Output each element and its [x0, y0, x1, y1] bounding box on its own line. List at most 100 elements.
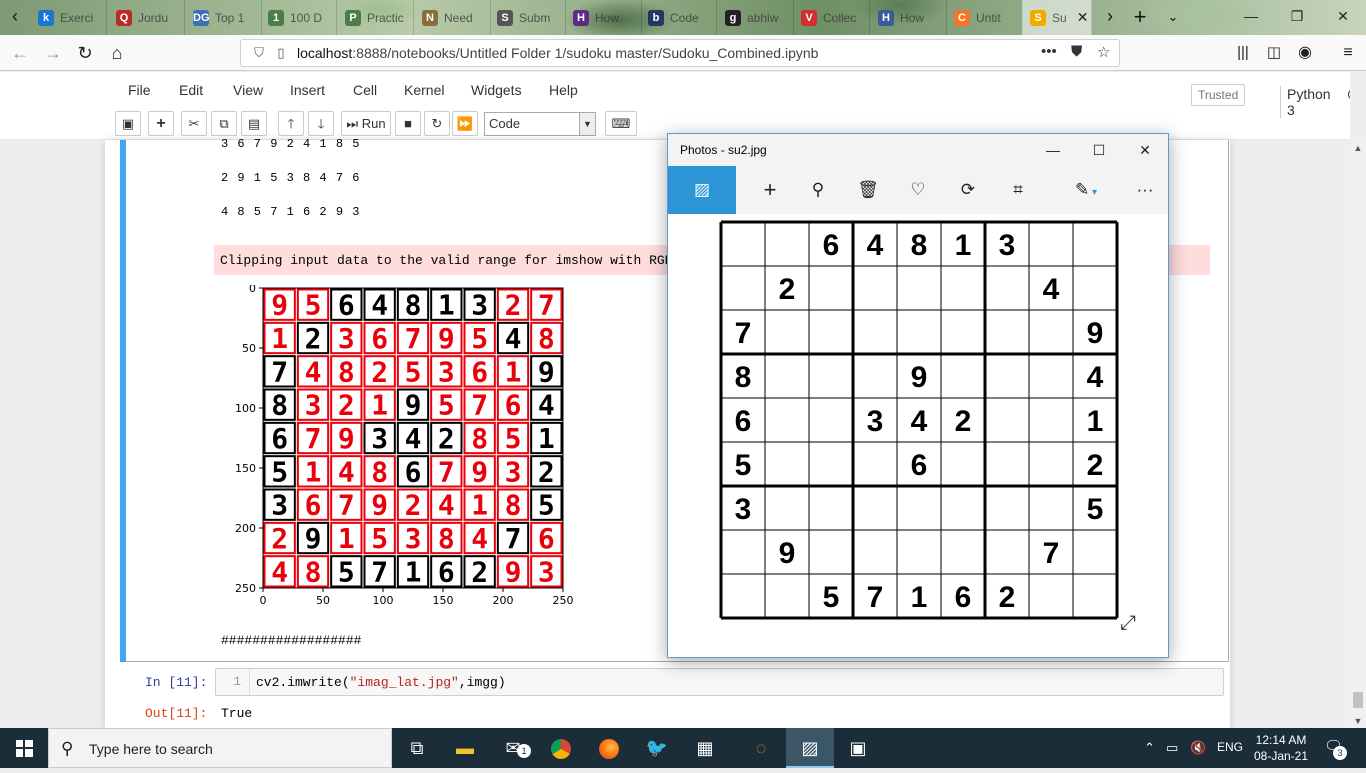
back-icon[interactable]: ← [5, 38, 35, 68]
tray-overflow-icon[interactable]: ⌃ [1144, 740, 1155, 756]
move-down-icon[interactable]: 🡓 [308, 111, 334, 136]
menu-widgets[interactable]: Widgets [471, 82, 522, 98]
close-tab-icon[interactable]: ✕ [1077, 9, 1089, 26]
menu-view[interactable]: View [233, 82, 263, 98]
chrome-icon[interactable] [537, 728, 585, 768]
browser-tab[interactable]: k Exerci [30, 0, 107, 35]
home-icon[interactable]: ⌂ [102, 38, 132, 68]
menu-icon[interactable]: ≡ [1333, 38, 1363, 68]
zoom-icon[interactable]: ⚲ [795, 166, 841, 214]
photos-title-bar[interactable]: Photos - su2.jpg — ☐ ✕ [668, 134, 1168, 166]
scrollbar-thumb[interactable] [1353, 692, 1363, 708]
app-icon[interactable]: 🐦 [633, 728, 681, 768]
notifications-icon[interactable]: 🗨 3 [1324, 737, 1347, 760]
browser-tab[interactable]: V Collec [793, 0, 870, 35]
menu-file[interactable]: File [128, 82, 151, 98]
tab-scroll-right-icon[interactable]: › [1095, 0, 1125, 35]
menu-edit[interactable]: Edit [179, 82, 203, 98]
image-app-icon[interactable]: ▦ [681, 728, 729, 768]
expand-icon[interactable]: ⤢ [1120, 612, 1136, 635]
stop-icon[interactable]: ■ [395, 111, 421, 136]
favorite-icon[interactable]: ♡ [895, 166, 941, 214]
volume-icon[interactable]: 🔇 [1190, 740, 1206, 756]
mail-icon[interactable]: ✉ 1 [489, 728, 537, 768]
trusted-badge[interactable]: Trusted [1191, 84, 1246, 106]
photos-close-icon[interactable]: ✕ [1122, 134, 1168, 166]
photos-window[interactable]: Photos - su2.jpg — ☐ ✕ ▨ + ⚲ 🗑 ♡ ⟳ ⌗ ✎ ▾… [667, 133, 1169, 658]
forward-icon[interactable]: → [38, 38, 68, 68]
rotate-icon[interactable]: ⟳ [945, 166, 991, 214]
minimize-icon[interactable]: — [1228, 0, 1274, 35]
browser-tab[interactable]: H How [565, 0, 642, 35]
photos-maximize-icon[interactable]: ☐ [1076, 134, 1122, 166]
photos-image-canvas[interactable]: 64813247989463421562359757162 ⤢ [668, 214, 1168, 657]
taskbar-search[interactable]: ⚲ Type here to search [48, 728, 392, 768]
page-scrollbar[interactable]: ▲ ▼ [1350, 140, 1366, 728]
task-view-icon[interactable]: ⧉ [393, 728, 441, 768]
pocket-icon[interactable]: ⛊ [1071, 43, 1082, 60]
new-tab-icon[interactable]: + [1125, 0, 1155, 35]
browser-tab[interactable]: H How [870, 0, 947, 35]
photos-app-icon[interactable]: ▨ [786, 728, 834, 768]
menu-cell[interactable]: Cell [353, 82, 377, 98]
crop-icon[interactable]: ⌗ [995, 166, 1041, 214]
scroll-down-icon[interactable]: ▼ [1350, 716, 1366, 726]
url-text[interactable]: localhost:8888/notebooks/Untitled Folder… [297, 45, 818, 61]
restart-icon[interactable]: ↻ [424, 111, 450, 136]
code-cell-editor[interactable]: 1 cv2.imwrite("imag_lat.jpg",imgg) [215, 668, 1224, 696]
save-icon[interactable]: ▣ [115, 111, 141, 136]
copy-icon[interactable]: ⧉ [211, 111, 237, 136]
reload-icon[interactable]: ↻ [70, 38, 100, 68]
kernel-name[interactable]: Python 3 [1280, 86, 1331, 118]
browser-tab[interactable]: b Code [640, 0, 717, 35]
browser-tab[interactable]: S Subm [489, 0, 566, 35]
menu-insert[interactable]: Insert [290, 82, 325, 98]
menu-kernel[interactable]: Kernel [404, 82, 444, 98]
browser-tab[interactable]: P Practic [337, 0, 414, 35]
menu-help[interactable]: Help [549, 82, 578, 98]
sidebar-icon[interactable]: ◫ [1259, 38, 1289, 68]
library-icon[interactable]: ||| [1228, 38, 1258, 68]
shield-icon[interactable]: ⛉ [247, 45, 271, 61]
photos-minimize-icon[interactable]: — [1030, 134, 1076, 166]
move-up-icon[interactable]: 🡑 [278, 111, 304, 136]
url-bar[interactable]: ⛉ ▯ localhost:8888/notebooks/Untitled Fo… [240, 39, 1120, 67]
browser-tab[interactable]: Q Jordu [108, 0, 185, 35]
clock[interactable]: 12:14 AM 08-Jan-21 [1252, 732, 1310, 764]
bookmark-star-icon[interactable]: ☆ [1097, 43, 1110, 61]
language-indicator[interactable]: ENG [1217, 740, 1243, 754]
jupyter-icon[interactable]: ◌ [737, 728, 785, 768]
page-actions-icon[interactable]: ••• [1041, 43, 1057, 60]
more-icon[interactable]: ··· [1122, 166, 1168, 214]
cut-icon[interactable]: ✂ [181, 111, 207, 136]
tab-list-icon[interactable]: ⌄ [1158, 0, 1188, 35]
code-text[interactable]: cv2.imwrite("imag_lat.jpg",imgg) [256, 675, 506, 690]
scroll-up-icon[interactable]: ▲ [1350, 143, 1366, 153]
edit-icon[interactable]: ✎ ▾ [1056, 166, 1116, 214]
gallery-icon[interactable]: ▨ [668, 166, 736, 214]
page-info-icon[interactable]: ▯ [271, 45, 291, 61]
firefox-icon[interactable] [585, 728, 633, 768]
tab-scroll-left-icon[interactable]: ‹ [0, 0, 30, 35]
insert-cell-icon[interactable]: + [148, 111, 174, 136]
browser-tab[interactable]: DG Top 1 [185, 0, 262, 35]
cell-type-select[interactable]: Code ▼ [484, 112, 596, 136]
maximize-icon[interactable]: ❐ [1274, 0, 1320, 35]
delete-icon[interactable]: 🗑 [845, 166, 891, 214]
browser-tab[interactable]: g abhiw [717, 0, 794, 35]
file-explorer-icon[interactable]: ▬ [441, 728, 489, 768]
keyboard-icon[interactable]: ⌨ [605, 111, 637, 136]
account-icon[interactable]: ◉ [1290, 38, 1320, 68]
restart-run-all-icon[interactable]: ⏩ [452, 111, 478, 136]
control-panel-icon[interactable]: ▣ [834, 728, 882, 768]
browser-tab[interactable]: N Need [414, 0, 491, 35]
browser-tab[interactable]: C Untit [946, 0, 1023, 35]
network-icon[interactable]: ▭ [1166, 740, 1178, 756]
paste-icon[interactable]: ▤ [241, 111, 267, 136]
browser-tab[interactable]: 1 100 D [260, 0, 337, 35]
browser-tab[interactable]: S Su ✕ [1022, 0, 1092, 35]
start-button[interactable] [0, 728, 48, 768]
run-button[interactable]: ⏭ Run [341, 111, 391, 136]
add-icon[interactable]: + [747, 166, 793, 214]
close-window-icon[interactable]: ✕ [1320, 0, 1366, 35]
